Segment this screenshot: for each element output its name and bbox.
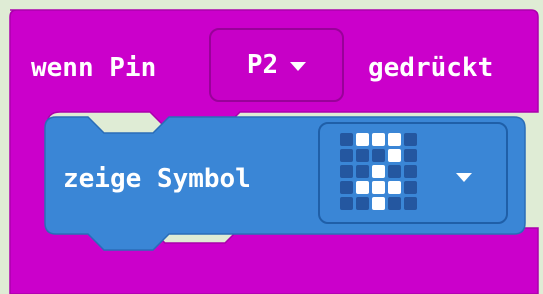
led-off [404, 149, 417, 162]
led-off [404, 165, 417, 178]
led-off [404, 197, 417, 210]
led-on [372, 133, 385, 146]
led-on [372, 165, 385, 178]
caret-down-icon [456, 173, 472, 182]
event-label-suffix: gedrückt [368, 53, 494, 83]
led-off [340, 181, 353, 194]
led-on [372, 197, 385, 210]
led-off [340, 197, 353, 210]
led-off [388, 197, 401, 210]
led-off [340, 149, 353, 162]
led-off [404, 133, 417, 146]
led-on [356, 133, 369, 146]
led-on [356, 181, 369, 194]
led-on [388, 181, 401, 194]
led-off [388, 165, 401, 178]
caret-down-icon [290, 61, 307, 71]
led-off [340, 133, 353, 146]
icon-preview [340, 133, 417, 210]
led-off [356, 149, 369, 162]
led-off [404, 181, 417, 194]
led-off [356, 165, 369, 178]
show-icon-label: zeige Symbol [63, 164, 251, 194]
led-off [356, 197, 369, 210]
blocks-workspace: wenn Pin P2 gedrückt zeige Symbol [0, 0, 543, 294]
event-label-prefix: wenn Pin [31, 53, 157, 83]
led-off [340, 165, 353, 178]
led-on [388, 133, 401, 146]
led-on [388, 149, 401, 162]
led-off [372, 149, 385, 162]
pin-dropdown-value: P2 [246, 50, 279, 80]
icon-dropdown[interactable] [318, 122, 508, 224]
led-on [372, 181, 385, 194]
pin-dropdown[interactable]: P2 [209, 28, 344, 102]
